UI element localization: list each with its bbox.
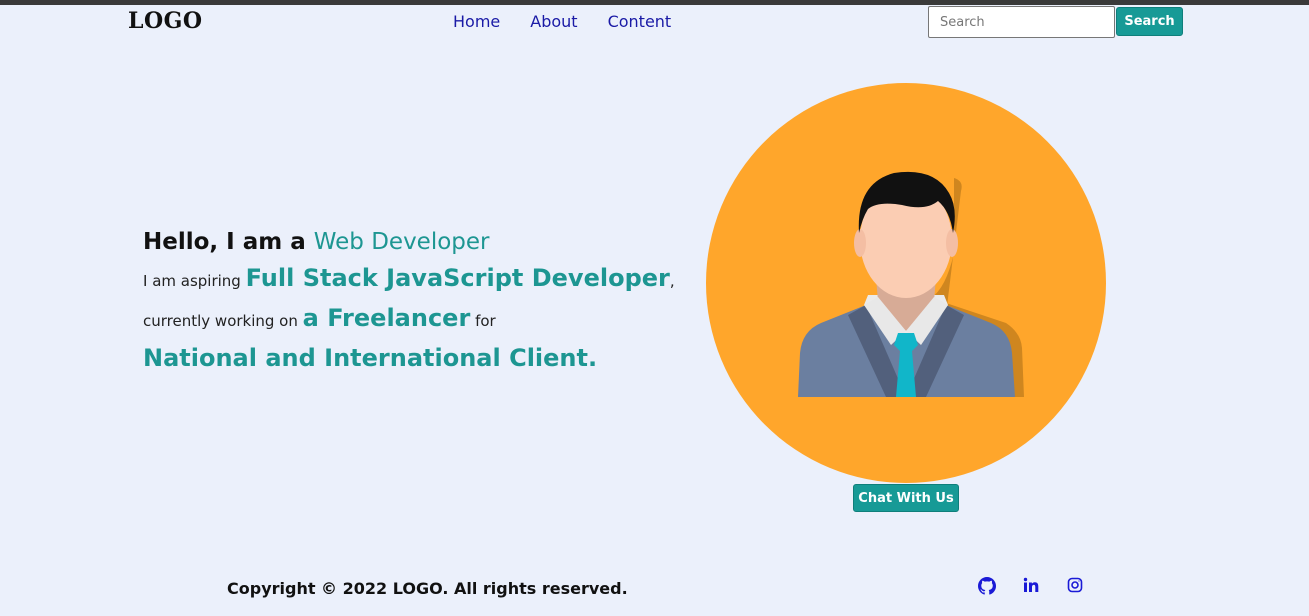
hero-line-4: National and International Client. [143, 344, 598, 372]
hero-line-2-highlight: Full Stack JavaScript Developer [245, 264, 670, 292]
logo[interactable]: LOGO [128, 8, 203, 34]
person-illustration [798, 171, 1024, 397]
copyright-text: Copyright © 2022 LOGO. All rights reserv… [227, 579, 628, 598]
hero-text: Hello, I am a Web Developer I am aspirin… [143, 226, 683, 376]
hero-headline: Hello, I am a Web Developer [143, 226, 683, 258]
github-icon[interactable] [978, 577, 998, 597]
instagram-icon[interactable] [1067, 577, 1087, 597]
nav-home-link[interactable]: Home [453, 12, 500, 31]
hero-line-2-prefix: I am aspiring [143, 272, 246, 290]
hero-headline-prefix: Hello, I am a [143, 229, 314, 255]
nav-about-link[interactable]: About [530, 12, 577, 31]
hero-line-2: I am aspiring Full Stack JavaScript Deve… [143, 260, 683, 299]
nav-content-link[interactable]: Content [608, 12, 672, 31]
hero-line-3: currently working on a Freelancer for [143, 299, 683, 340]
hero-line-3-prefix: currently working on [143, 312, 303, 330]
avatar [706, 83, 1106, 483]
main-nav: Home About Content [453, 12, 671, 31]
chat-with-us-button[interactable]: Chat With Us [853, 484, 959, 512]
linkedin-icon[interactable] [1023, 577, 1043, 597]
hero-line-2-suffix: , [669, 272, 675, 290]
search-input[interactable] [928, 6, 1115, 38]
hero-line-3-highlight: a Freelancer [302, 304, 471, 332]
top-border [0, 0, 1309, 5]
hero-headline-highlight: Web Developer [313, 229, 490, 255]
hero-line-3-suffix: for [470, 312, 496, 330]
search-button[interactable]: Search [1116, 7, 1183, 36]
